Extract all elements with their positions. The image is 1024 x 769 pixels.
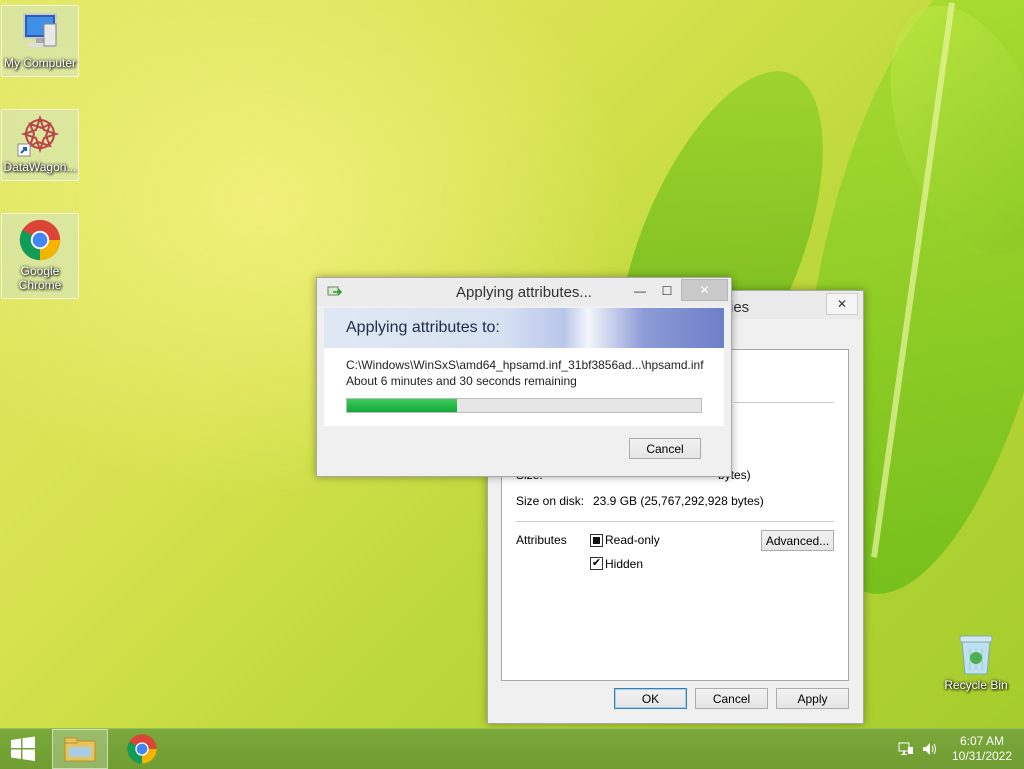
hidden-label: Hidden <box>605 557 644 571</box>
attributes-label: Attributes <box>516 533 567 547</box>
divider <box>734 402 834 403</box>
progress-bar <box>346 398 702 413</box>
desktop-icon-google-chrome[interactable]: Google Chrome <box>1 213 79 299</box>
apply-button[interactable]: Apply <box>776 688 849 709</box>
properties-title: ies <box>730 299 750 316</box>
volume-icon[interactable] <box>921 741 939 757</box>
taskbar-file-explorer[interactable] <box>52 729 108 769</box>
clock-date: 10/31/2022 <box>951 749 1013 763</box>
minimize-icon: — <box>634 284 646 298</box>
close-icon: ✕ <box>699 283 710 297</box>
progress-fill <box>347 399 457 412</box>
taskbar-chrome[interactable] <box>126 733 160 765</box>
readonly-label: Read-only <box>605 533 660 547</box>
divider <box>516 521 834 522</box>
recycle-bin-icon <box>956 630 996 676</box>
maximize-button[interactable]: ☐ <box>654 281 680 301</box>
dialog-content: C:\Windows\WinSxS\amd64_hpsamd.inf_31bf3… <box>324 348 724 426</box>
maximize-icon: ☐ <box>661 284 673 298</box>
cancel-button[interactable]: Cancel <box>695 688 768 709</box>
computer-icon <box>16 10 64 54</box>
chrome-icon <box>16 218 64 262</box>
applying-attributes-dialog[interactable]: Applying attributes... — ☐ ✕ Applying at… <box>316 277 732 477</box>
dialog-header-banner: Applying attributes to: <box>324 308 724 348</box>
taskbar: 6:07 AM 10/31/2022 <box>0 728 1024 769</box>
clock-time: 6:07 AM <box>959 734 1005 748</box>
indeterminate-mark <box>593 537 600 544</box>
clock[interactable]: 6:07 AM 10/31/2022 <box>946 734 1018 764</box>
minimize-button[interactable]: — <box>627 281 653 301</box>
copy-progress-icon <box>327 285 343 299</box>
size-on-disk-value: 23.9 GB (25,767,292,928 bytes) <box>593 494 764 508</box>
dialog-title: Applying attributes... <box>456 284 592 301</box>
close-icon: ✕ <box>836 297 848 311</box>
dialog-titlebar[interactable]: Applying attributes... — ☐ ✕ <box>317 278 731 306</box>
dialog-close-button[interactable]: ✕ <box>681 279 728 301</box>
readonly-checkbox[interactable] <box>590 534 603 547</box>
advanced-button[interactable]: Advanced... <box>761 530 834 551</box>
chrome-icon <box>127 734 157 764</box>
ok-button[interactable]: OK <box>614 688 687 709</box>
desktop-icon-my-computer[interactable]: My Computer <box>1 5 79 77</box>
close-button[interactable]: ✕ <box>826 293 858 315</box>
datawagon-logo-icon <box>16 114 64 158</box>
windows-logo-icon <box>11 736 35 761</box>
checkmark-icon: ✔ <box>591 557 602 569</box>
hidden-checkbox[interactable]: ✔ <box>590 557 603 570</box>
dialog-heading: Applying attributes to: <box>346 319 500 336</box>
desktop-icon-recycle-bin[interactable]: Recycle Bin <box>940 630 1012 692</box>
dialog-cancel-button[interactable]: Cancel <box>629 438 701 459</box>
time-remaining: About 6 minutes and 30 seconds remaining <box>346 374 577 388</box>
network-icon[interactable] <box>898 741 914 757</box>
current-file-path: C:\Windows\WinSxS\amd64_hpsamd.inf_31bf3… <box>346 358 704 372</box>
size-on-disk-label: Size on disk: <box>516 494 585 508</box>
start-button[interactable] <box>8 735 42 763</box>
desktop-icon-datawagon[interactable]: DataWagon... <box>1 109 79 181</box>
folder-icon <box>64 737 96 762</box>
